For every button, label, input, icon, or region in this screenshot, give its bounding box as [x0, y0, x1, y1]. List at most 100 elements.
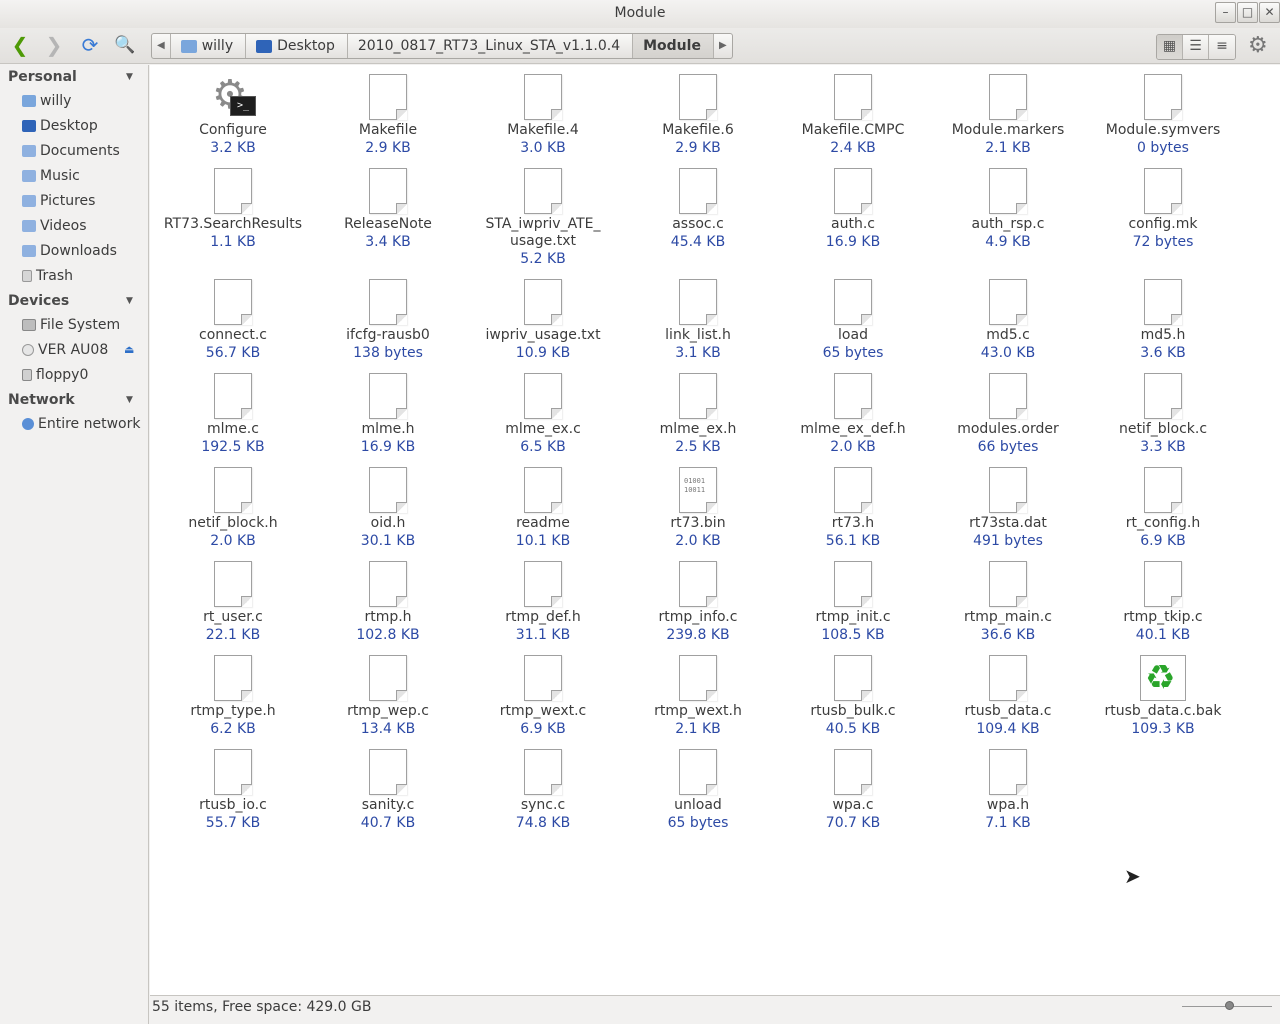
file-item[interactable]: rt73.h 56.1 KB [778, 458, 928, 551]
sidebar-heading-personal[interactable]: Personal [8, 69, 77, 85]
collapse-personal-icon[interactable]: ▼ [126, 72, 133, 82]
file-item[interactable]: rtmp_def.h 31.1 KB [468, 552, 618, 645]
file-item[interactable]: wpa.h 7.1 KB [933, 740, 1083, 833]
maximize-button[interactable]: □ [1237, 2, 1258, 23]
file-item[interactable]: Makefile.CMPC 2.4 KB [778, 65, 928, 158]
path-scroll-left[interactable]: ◀ [152, 34, 171, 58]
compact-view-button[interactable]: ☰ [1183, 35, 1209, 59]
file-item[interactable]: readme 10.1 KB [468, 458, 618, 551]
sidebar-item-downloads[interactable]: Downloads [22, 240, 117, 262]
list-view-button[interactable]: ≡ [1209, 35, 1235, 59]
file-item[interactable]: Makefile.6 2.9 KB [623, 65, 773, 158]
search-button[interactable]: 🔍 [111, 32, 139, 60]
file-item[interactable]: config.mk 72 bytes [1088, 159, 1238, 252]
file-item[interactable]: Makefile.4 3.0 KB [468, 65, 618, 158]
file-icon-view[interactable]: ⚙ >_ Configure 3.2 KB Makefile 2.9 KB Makefile… [150, 65, 1280, 995]
minimize-button[interactable]: – [1215, 2, 1236, 23]
file-item[interactable]: sanity.c 40.7 KB [313, 740, 463, 833]
file-item[interactable]: mlme_ex.h 2.5 KB [623, 364, 773, 457]
path-crumb-folder[interactable]: 2010_0817_RT73_Linux_STA_v1.1.0.4 [348, 34, 634, 58]
sidebar-heading-network[interactable]: Network [8, 392, 75, 408]
file-item[interactable]: wpa.c 70.7 KB [778, 740, 928, 833]
collapse-network-icon[interactable]: ▼ [126, 395, 133, 405]
zoom-slider-handle[interactable] [1225, 1001, 1234, 1010]
file-item[interactable]: assoc.c 45.4 KB [623, 159, 773, 252]
file-item[interactable]: rtmp_type.h 6.2 KB [158, 646, 308, 739]
file-item[interactable]: load 65 bytes [778, 270, 928, 363]
file-item[interactable]: rtmp_wep.c 13.4 KB [313, 646, 463, 739]
file-item[interactable]: auth.c 16.9 KB [778, 159, 928, 252]
document-icon [214, 168, 252, 214]
document-icon [524, 561, 562, 607]
eject-icon[interactable]: ⏏ [124, 343, 134, 356]
sidebar-item-ver-au08[interactable]: VER AU08 [22, 339, 108, 361]
sidebar-item-entire-network[interactable]: Entire network [22, 413, 140, 435]
file-item[interactable]: sync.c 74.8 KB [468, 740, 618, 833]
file-item[interactable]: ⚙ >_ Configure 3.2 KB [158, 65, 308, 158]
file-item[interactable]: link_list.h 3.1 KB [623, 270, 773, 363]
path-scroll-right[interactable]: ▶ [714, 34, 732, 58]
document-icon [524, 74, 562, 120]
sidebar-item-trash[interactable]: Trash [22, 265, 73, 287]
file-item[interactable]: rtusb_io.c 55.7 KB [158, 740, 308, 833]
file-item[interactable]: iwpriv_usage.txt 10.9 KB [468, 270, 618, 363]
file-item[interactable]: ReleaseNote 3.4 KB [313, 159, 463, 252]
collapse-devices-icon[interactable]: ▼ [126, 296, 133, 306]
file-item[interactable]: Module.markers 2.1 KB [933, 65, 1083, 158]
file-item[interactable]: netif_block.h 2.0 KB [158, 458, 308, 551]
file-name: rt_config.h [1125, 515, 1201, 531]
file-item[interactable]: mlme_ex_def.h 2.0 KB [778, 364, 928, 457]
file-item[interactable]: rt_config.h 6.9 KB [1088, 458, 1238, 551]
file-item[interactable]: auth_rsp.c 4.9 KB [933, 159, 1083, 252]
file-item[interactable]: oid.h 30.1 KB [313, 458, 463, 551]
file-item[interactable]: rtmp_main.c 36.6 KB [933, 552, 1083, 645]
file-item[interactable]: rtmp.h 102.8 KB [313, 552, 463, 645]
file-item[interactable]: mlme.h 16.9 KB [313, 364, 463, 457]
sidebar-heading-devices[interactable]: Devices [8, 293, 69, 309]
sidebar-item-desktop[interactable]: Desktop [22, 115, 98, 137]
file-item[interactable]: Makefile 2.9 KB [313, 65, 463, 158]
path-crumb-willy[interactable]: willy [171, 34, 247, 58]
file-item[interactable]: unload 65 bytes [623, 740, 773, 833]
reload-button[interactable]: ⟳ [76, 32, 104, 60]
sidebar-item-documents[interactable]: Documents [22, 140, 120, 162]
path-crumb-module[interactable]: Module [633, 34, 714, 58]
file-item[interactable]: rtusb_bulk.c 40.5 KB [778, 646, 928, 739]
file-item[interactable]: ifcfg-rausb0 138 bytes [313, 270, 463, 363]
sidebar-item-willy[interactable]: willy [22, 90, 71, 112]
file-item[interactable]: rtmp_wext.c 6.9 KB [468, 646, 618, 739]
back-button[interactable]: ❮ [6, 32, 34, 60]
file-item[interactable]: connect.c 56.7 KB [158, 270, 308, 363]
file-item[interactable]: rtmp_tkip.c 40.1 KB [1088, 552, 1238, 645]
sidebar-item-floppy0[interactable]: floppy0 [22, 364, 88, 386]
sidebar-item-file-system[interactable]: File System [22, 314, 120, 336]
sidebar-item-pictures[interactable]: Pictures [22, 190, 95, 212]
file-item[interactable]: md5.h 3.6 KB [1088, 270, 1238, 363]
file-item[interactable]: netif_block.c 3.3 KB [1088, 364, 1238, 457]
file-item[interactable]: 01001 10011 rt73.bin 2.0 KB [623, 458, 773, 551]
file-item[interactable]: ♻ rtusb_data.c.bak 109.3 KB [1088, 646, 1238, 739]
file-size: 239.8 KB [666, 627, 730, 643]
home-folder-icon [180, 39, 197, 53]
forward-button[interactable]: ❯ [40, 32, 68, 60]
sidebar-item-music[interactable]: Music [22, 165, 80, 187]
file-item[interactable]: modules.order 66 bytes [933, 364, 1083, 457]
file-name: STA_iwpriv_ATE_ usage.txt [485, 216, 601, 249]
file-item[interactable]: STA_iwpriv_ATE_ usage.txt 5.2 KB [468, 159, 618, 269]
file-item[interactable]: md5.c 43.0 KB [933, 270, 1083, 363]
close-button[interactable]: ✕ [1259, 2, 1280, 23]
file-item[interactable]: rt73sta.dat 491 bytes [933, 458, 1083, 551]
file-item[interactable]: mlme.c 192.5 KB [158, 364, 308, 457]
path-crumb-desktop[interactable]: Desktop [246, 34, 348, 58]
file-item[interactable]: Module.symvers 0 bytes [1088, 65, 1238, 158]
file-item[interactable]: mlme_ex.c 6.5 KB [468, 364, 618, 457]
file-item[interactable]: rt_user.c 22.1 KB [158, 552, 308, 645]
gear-icon[interactable]: ⚙ [1248, 34, 1268, 58]
file-item[interactable]: rtmp_info.c 239.8 KB [623, 552, 773, 645]
file-item[interactable]: rtmp_wext.h 2.1 KB [623, 646, 773, 739]
sidebar-item-videos[interactable]: Videos [22, 215, 87, 237]
icon-view-button[interactable]: ▦ [1157, 35, 1183, 59]
file-item[interactable]: rtmp_init.c 108.5 KB [778, 552, 928, 645]
file-item[interactable]: rtusb_data.c 109.4 KB [933, 646, 1083, 739]
file-item[interactable]: RT73.SearchResults 1.1 KB [158, 159, 308, 252]
